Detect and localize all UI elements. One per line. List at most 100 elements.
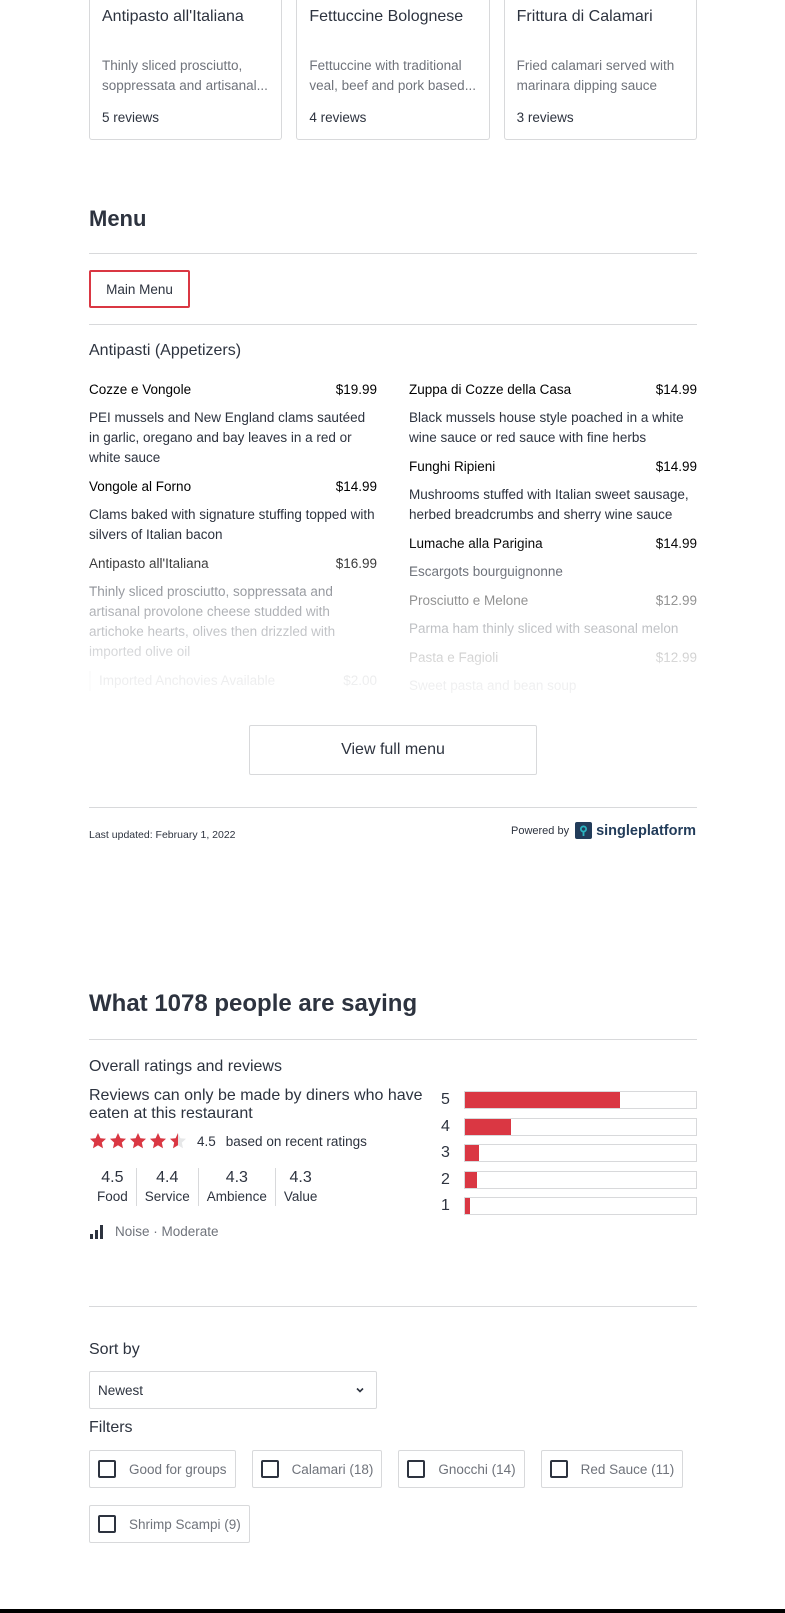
filter-chip-label: Good for groups [129,1461,227,1477]
singleplatform-logo-text: singleplatform [596,822,696,839]
filter-chip[interactable]: Red Sauce (11) [540,1450,684,1488]
distribution-fill [465,1118,512,1135]
menu-item-name: Cozze e Vongole [89,382,192,397]
menu-item-name: Funghi Ripieni [409,459,496,474]
noise-bars-icon [90,1225,103,1239]
sub-rating-value: 4.4 [156,1169,179,1186]
filter-chip[interactable]: Shrimp Scampi (9) [89,1505,250,1543]
sort-select[interactable]: Newest [89,1371,377,1409]
rating-distribution: 5 4 3 2 1 [441,1087,697,1220]
overall-ratings-title: Overall ratings and reviews [89,1058,282,1075]
distribution-label: 4 [441,1117,450,1135]
powered-by: Powered by singleplatform [511,822,696,839]
menu-item-name: Lumache alla Parigina [409,536,543,551]
menu-item-price: $14.99 [655,382,697,397]
distribution-bar [464,1170,697,1189]
distribution-fill [465,1092,620,1109]
menu-item-price: $14.99 [335,479,377,494]
bottom-edge-bar [0,1609,785,1613]
checkbox-icon[interactable] [260,1460,279,1478]
filter-chip-label: Gnocchi (14) [438,1461,516,1477]
divider [89,324,697,325]
distribution-row[interactable]: 3 [441,1140,697,1167]
noise-level: Noise · Moderate [89,1223,219,1239]
addon-price: $2.00 [343,673,377,688]
menu-item: Prosciutto e Melone $12.99 Parma ham thin… [409,591,697,639]
chevron-down-icon [356,1387,364,1393]
singleplatform-logo[interactable]: singleplatform [575,822,696,839]
menu-item-description: Black mussels house style poached in a w… [409,410,684,445]
dish-description: Fried calamari served with marinara dipp… [516,58,675,93]
checkbox-icon[interactable] [98,1460,116,1478]
sub-rating-label: Value [283,1189,318,1204]
checkbox-icon[interactable] [407,1460,426,1478]
distribution-row[interactable]: 2 [441,1167,697,1194]
menu-item-description: Sweet pasta and bean soup [409,678,577,693]
menu-item-addon: Imported Anchovies Available $2.00 [89,671,377,691]
menu-item-price: $16.99 [335,556,377,571]
menu-item-description: Escargots bourguignonne [409,564,563,579]
dish-description: Thinly sliced prosciutto, soppressata an… [102,58,268,93]
filter-chip-label: Calamari (18) [291,1461,374,1477]
filter-chip[interactable]: Calamari (18) [251,1450,383,1488]
star-icon [110,1133,126,1149]
checkbox-icon[interactable] [98,1515,116,1533]
menu-item-description: Thinly sliced prosciutto, soppressata an… [89,584,336,659]
distribution-bar [464,1117,697,1136]
noise-label: Noise [115,1223,150,1239]
sub-rating-value: 4.3 [289,1169,312,1186]
menu-item-name: Vongole al Forno [89,479,192,494]
menu-item-description: Mushrooms stuffed with Italian sweet sau… [409,487,689,522]
average-rating: 4.5 [197,1133,216,1149]
distribution-label: 5 [441,1091,450,1109]
distribution-row[interactable]: 5 [441,1087,697,1114]
addon-name: Imported Anchovies Available [99,673,276,688]
sub-rating-label: Ambience [206,1189,267,1204]
noise-value: Moderate [161,1223,219,1239]
filter-chip-label: Shrimp Scampi (9) [129,1516,241,1532]
menu-item-description: Parma ham thinly sliced with seasonal me… [409,621,679,636]
checkbox-icon[interactable] [549,1460,568,1478]
filters-label: Filters [89,1419,133,1436]
sort-label: Sort by [89,1341,140,1358]
menu-item-price: $12.99 [655,593,697,608]
filter-chip-label: Red Sauce (11) [580,1461,675,1477]
sub-rating-value-category: 4.3 Value [274,1168,326,1206]
menu-item: Zuppa di Cozze della Casa $14.99 Black mu… [409,380,697,448]
dish-name: Antipasto all'Italiana [102,8,244,25]
sort-selected-value: Newest [98,1382,144,1398]
menu-item: Antipasto all'Italiana $16.99 Thinly slic… [89,554,377,662]
menu-item-description: PEI mussels and New England clams sautée… [89,410,366,465]
distribution-bar [464,1197,697,1216]
star-icon [170,1133,186,1149]
menu-item-name: Prosciutto e Melone [409,593,529,608]
star-rating [89,1132,187,1150]
dish-name: Frittura di Calamari [516,8,653,25]
menu-item: Funghi Ripieni $14.99 Mushrooms stuffed w… [409,457,697,525]
dish-card[interactable]: Antipasto all'Italiana Thinly sliced pro… [89,0,283,140]
tab-main-menu[interactable]: Main Menu [89,270,190,308]
menu-item-name: Antipasto all'Italiana [89,556,209,571]
distribution-row[interactable]: 4 [441,1114,697,1141]
sub-rating-value: 4.5 [101,1169,124,1186]
view-full-menu-button[interactable]: View full menu [249,725,537,775]
distribution-row[interactable]: 1 [441,1193,697,1220]
dish-card[interactable]: Frittura di Calamari Fried calamari serv… [503,0,697,140]
menu-item-price: $14.99 [655,536,697,551]
divider [89,1306,697,1307]
filter-chip[interactable]: Gnocchi (14) [398,1450,525,1488]
menu-item-name: Zuppa di Cozze della Casa [409,382,572,397]
sub-rating-service: 4.4 Service [135,1168,198,1206]
star-icon [90,1133,106,1149]
distribution-bar [464,1091,697,1110]
filter-chip[interactable]: Good for groups [89,1450,236,1488]
dish-description: Fettuccine with traditional veal, beef a… [309,58,476,93]
sub-rating-label: Service [144,1189,190,1204]
dish-name: Fettuccine Bolognese [309,8,464,25]
sub-rating-value: 4.3 [225,1169,248,1186]
distribution-label: 2 [441,1170,450,1188]
dish-card[interactable]: Fettuccine Bolognese Fettuccine with tra… [296,0,490,140]
divider [89,1039,697,1040]
star-icon [150,1133,166,1149]
singleplatform-logo-icon [575,822,593,839]
